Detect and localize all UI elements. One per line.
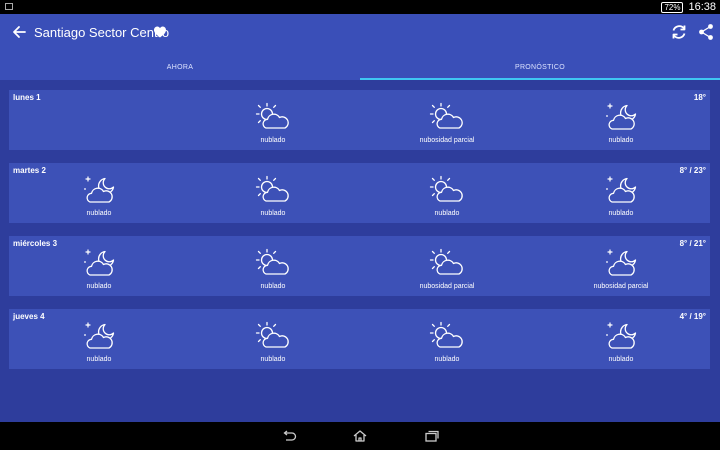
status-time: 16:38 [688, 1, 716, 13]
sun-cloud-icon [429, 102, 463, 129]
day-temperature: 8° / 23° [679, 166, 706, 175]
moon-cloud-icon [605, 176, 637, 203]
condition-label: nublado [608, 137, 634, 144]
condition-label: nubosidad parcial [419, 283, 475, 290]
condition-label: nublado [608, 210, 634, 217]
sun-cloud-icon [255, 175, 289, 202]
moon-cloud-icon [605, 249, 637, 276]
condition-label: nubosidad parcial [593, 283, 649, 290]
condition-label: nublado [260, 137, 286, 144]
tab-ahora[interactable]: AHORA [0, 54, 360, 80]
forecast-list: lunes 1 18° nublado nubosidad parcial nu… [0, 80, 720, 422]
condition-label: nublado [86, 210, 112, 217]
forecast-slot: nublado [213, 173, 333, 223]
forecast-slot: nublado [387, 173, 507, 223]
nav-recents-icon[interactable] [424, 430, 440, 442]
day-card-martes: martes 2 8° / 23° nublado nublado nublad… [9, 163, 710, 223]
moon-cloud-icon [605, 322, 637, 349]
day-card-miercoles: miércoles 3 8° / 21° nublado nublado nub… [9, 236, 710, 296]
moon-cloud-icon [83, 176, 115, 203]
favorite-heart-icon[interactable] [153, 25, 167, 39]
forecast-slot: nublado [213, 319, 333, 369]
condition-label: nublado [260, 210, 286, 217]
moon-cloud-icon [83, 322, 115, 349]
day-temperature: 8° / 21° [679, 239, 706, 248]
condition-label: nublado [260, 283, 286, 290]
condition-label: nublado [260, 356, 286, 363]
forecast-slot: nubosidad parcial [561, 246, 681, 296]
notification-image-icon [5, 3, 13, 10]
back-arrow-icon[interactable] [10, 22, 28, 42]
sun-cloud-icon [429, 248, 463, 275]
forecast-slot: nublado [39, 173, 159, 223]
condition-label: nublado [434, 210, 460, 217]
condition-label: nublado [608, 356, 634, 363]
status-bar: 72% 16:38 [0, 0, 720, 14]
moon-cloud-icon [83, 249, 115, 276]
condition-label: nublado [86, 356, 112, 363]
refresh-icon[interactable] [670, 23, 688, 41]
forecast-slot: nublado [39, 246, 159, 296]
day-card-jueves: jueves 4 4° / 19° nublado nublado nublad… [9, 309, 710, 369]
page-title: Santiago Sector Centro [34, 25, 170, 40]
day-label: lunes 1 [13, 93, 41, 102]
sun-cloud-icon [255, 248, 289, 275]
forecast-slot: nublado [39, 319, 159, 369]
share-icon[interactable] [698, 23, 714, 41]
nav-back-icon[interactable] [281, 430, 297, 442]
battery-indicator: 72% [661, 1, 684, 13]
sun-cloud-icon [429, 321, 463, 348]
day-temperature: 18° [693, 93, 706, 102]
forecast-slot: nubosidad parcial [387, 246, 507, 296]
condition-label: nubosidad parcial [419, 137, 475, 144]
sun-cloud-icon [429, 175, 463, 202]
tab-bar: AHORA PRONÓSTICO [0, 54, 720, 80]
forecast-slot: nublado [213, 100, 333, 150]
forecast-slot: nubosidad parcial [387, 100, 507, 150]
forecast-slot: nublado [387, 319, 507, 369]
forecast-slot: nublado [213, 246, 333, 296]
sun-cloud-icon [255, 102, 289, 129]
forecast-slot: nublado [561, 319, 681, 369]
tab-pronostico[interactable]: PRONÓSTICO [360, 54, 720, 80]
forecast-slot: nublado [561, 100, 681, 150]
day-temperature: 4° / 19° [679, 312, 706, 321]
moon-cloud-icon [605, 103, 637, 130]
sun-cloud-icon [255, 321, 289, 348]
app-bar: Santiago Sector Centro AHORA PRONÓSTICO [0, 14, 720, 80]
condition-label: nublado [86, 283, 112, 290]
nav-home-icon[interactable] [352, 430, 368, 442]
system-nav-bar [0, 422, 720, 450]
day-card-lunes: lunes 1 18° nublado nubosidad parcial nu… [9, 90, 710, 150]
condition-label: nublado [434, 356, 460, 363]
forecast-slot: nublado [561, 173, 681, 223]
